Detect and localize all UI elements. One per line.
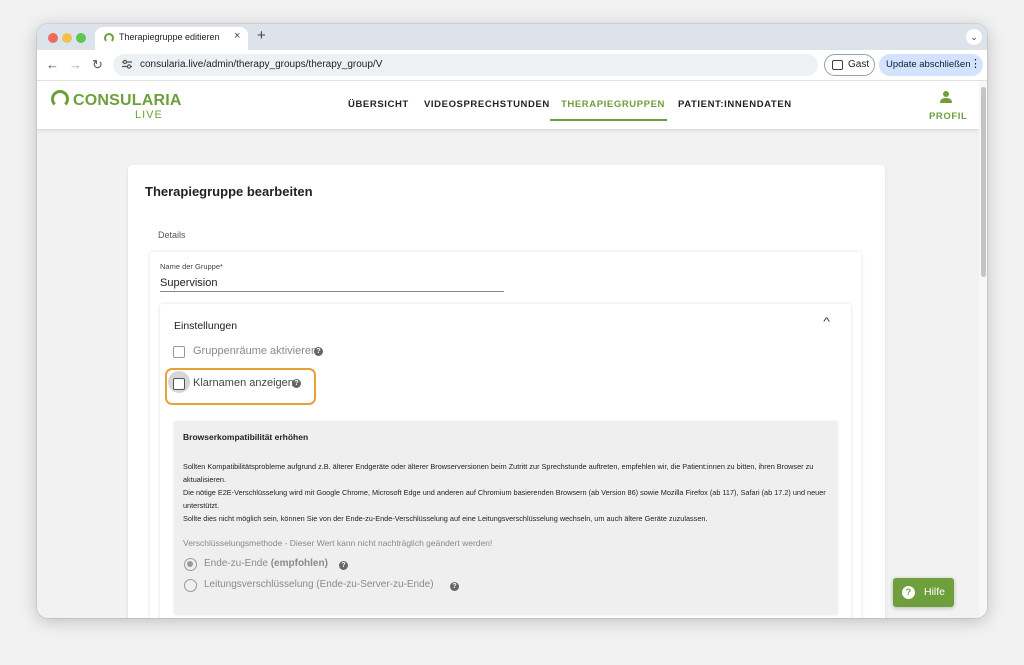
profile-label: PROFIL [929, 111, 968, 122]
radio-button[interactable] [184, 579, 197, 592]
page-title: Therapiegruppe bearbeiten [145, 184, 313, 199]
back-button[interactable]: ← [46, 57, 59, 72]
radio-label-suffix: (empfohlen) [270, 558, 328, 569]
encryption-method-label: Verschlüsselungsmethode - Dieser Wert ka… [183, 538, 493, 548]
nav-videosprechstunden[interactable]: VIDEOSPRECHSTUNDEN [424, 99, 550, 110]
settings-panel: Einstellungen ^ Gruppenräume aktivieren … [160, 304, 851, 618]
highlight-box [165, 368, 316, 405]
address-bar[interactable]: consularia.live/admin/therapy_groups/the… [113, 54, 818, 76]
kebab-menu-icon[interactable]: ⋮ [970, 57, 981, 70]
help-button-label: Hilfe [924, 586, 946, 598]
url-text: consularia.live/admin/therapy_groups/the… [140, 59, 383, 70]
edit-group-card: Therapiegruppe bearbeiten Details Name d… [128, 165, 885, 618]
help-button[interactable]: ? Hilfe [893, 578, 954, 607]
nav-patientinnendaten[interactable]: PATIENT:INNENDATEN [678, 99, 792, 110]
compat-paragraph: Sollte dies nicht möglich sein, können S… [183, 514, 708, 523]
compat-paragraph: Sollten Kompatibilitätsprobleme aufgrund… [183, 462, 814, 484]
settings-title: Einstellungen [174, 320, 238, 332]
radio-selected-dot [187, 561, 193, 567]
browser-window: Therapiegruppe editieren × + ⌄ ← → ↻ con… [37, 24, 987, 618]
help-icon[interactable]: ? [450, 582, 459, 591]
person-icon [940, 91, 952, 103]
person-card-icon [832, 60, 843, 70]
logo-ring-icon [51, 90, 69, 108]
radio-label: Ende-zu-Ende (empfohlen) [204, 558, 328, 569]
group-name-input[interactable] [160, 274, 504, 292]
compat-text: Sollten Kompatibilitätsprobleme aufgrund… [183, 460, 831, 525]
chevron-up-icon[interactable]: ^ [823, 316, 830, 328]
new-tab-button[interactable]: + [257, 27, 266, 44]
scrollbar-thumb[interactable] [981, 87, 986, 277]
reload-button[interactable]: ↻ [92, 57, 103, 73]
radio-label: Leitungsverschlüsselung (Ende-zu-Server-… [204, 579, 434, 590]
nav-uebersicht[interactable]: ÜBERSICHT [348, 99, 409, 110]
nav-therapiegruppen[interactable]: THERAPIEGRUPPEN [561, 99, 665, 110]
tab-title: Therapiegruppe editieren [119, 32, 220, 42]
active-nav-indicator [550, 119, 667, 121]
question-circle-icon: ? [902, 586, 915, 599]
minimize-window-button[interactable] [62, 33, 72, 43]
update-label: Update abschließen [886, 59, 971, 70]
compat-paragraph: Die nötige E2E-Verschlüsselung wird mit … [183, 488, 826, 510]
details-panel: Name der Gruppe* Einstellungen ^ Gruppen… [150, 252, 861, 618]
zoom-window-button[interactable] [76, 33, 86, 43]
compat-title: Browserkompatibilität erhöhen [183, 432, 309, 442]
consularia-favicon-icon [104, 33, 114, 43]
group-rooms-label: Gruppenräume aktivieren [193, 345, 318, 357]
radio-label-text: Ende-zu-Ende [204, 558, 268, 569]
page-scrollbar[interactable] [979, 81, 987, 618]
logo-name: CONSULARIA [73, 92, 182, 109]
radio-button[interactable] [184, 558, 197, 571]
update-button[interactable]: Update abschließen ⋮ [879, 54, 983, 76]
browser-tab[interactable]: Therapiegruppe editieren × [95, 27, 248, 50]
browser-compatibility-box: Browserkompatibilität erhöhen Sollten Ko… [174, 421, 838, 615]
logo-subtitle: LIVE [135, 109, 163, 121]
help-icon[interactable]: ? [339, 561, 348, 570]
group-name-label: Name der Gruppe* [160, 262, 223, 271]
help-icon[interactable]: ? [314, 347, 323, 356]
forward-button[interactable]: → [69, 57, 82, 72]
group-rooms-checkbox[interactable] [173, 346, 185, 358]
toolbar: ← → ↻ consularia.live/admin/therapy_grou… [37, 50, 987, 81]
page-viewport: CONSULARIA LIVE ÜBERSICHT VIDEOSPRECHSTU… [37, 81, 987, 618]
site-info-icon[interactable] [121, 58, 133, 70]
guest-label: Gast [848, 59, 870, 70]
details-section-label: Details [158, 230, 186, 240]
tab-strip: Therapiegruppe editieren × + ⌄ [37, 24, 987, 50]
guest-profile-button[interactable]: Gast [824, 54, 875, 76]
site-header: CONSULARIA LIVE ÜBERSICHT VIDEOSPRECHSTU… [37, 81, 979, 129]
tab-close-icon[interactable]: × [234, 30, 240, 42]
close-window-button[interactable] [48, 33, 58, 43]
tab-search-button[interactable]: ⌄ [966, 29, 982, 45]
